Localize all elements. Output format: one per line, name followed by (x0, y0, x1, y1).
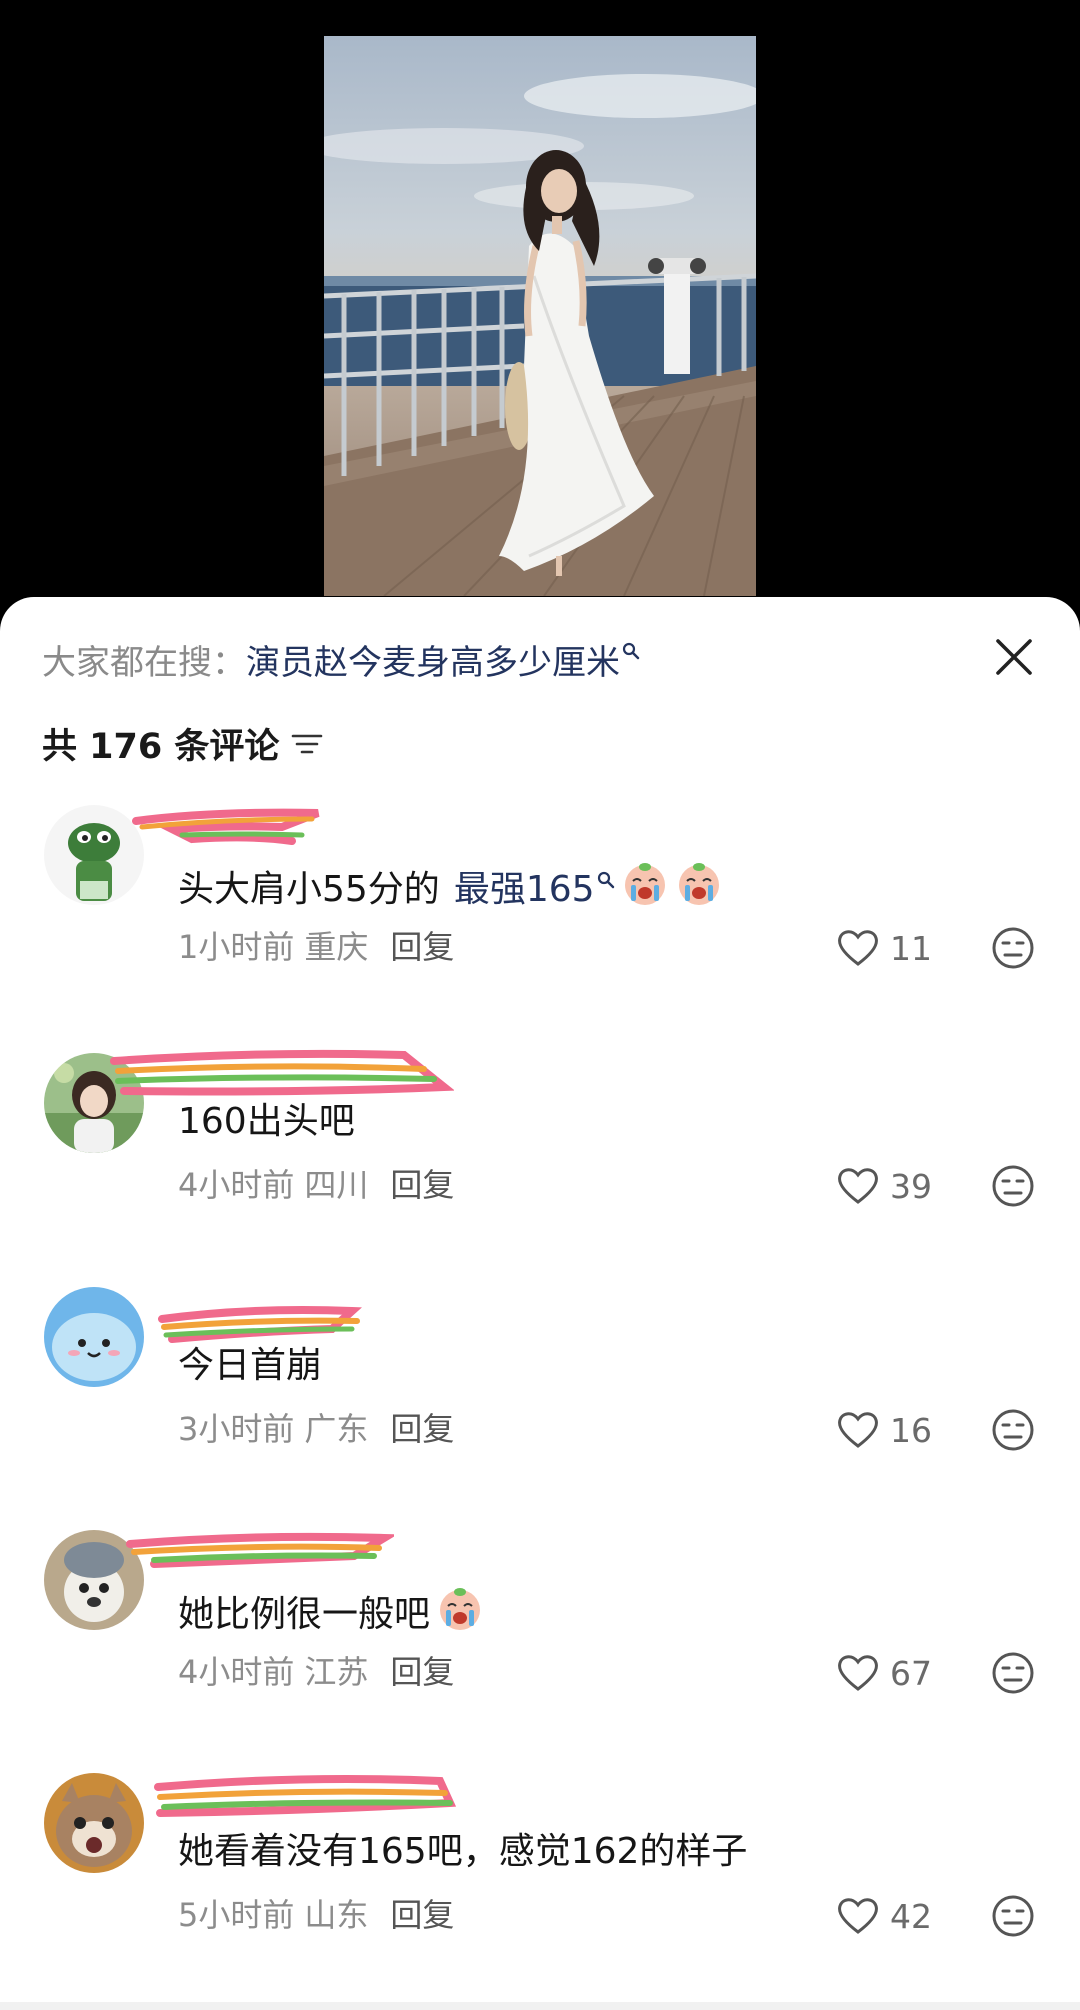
avatar[interactable] (44, 1287, 144, 1387)
comment-item: 头大肩小55分的 最强165 1小时前 重庆 回复 11 (0, 805, 1080, 1035)
reply-button[interactable]: 回复 (390, 1166, 454, 1204)
like-count: 11 (890, 928, 932, 968)
meh-face-icon (992, 1409, 1034, 1451)
like-button[interactable]: 16 (836, 1407, 932, 1453)
comment-item: 今日首崩 3小时前 广东 回复 16 (0, 1287, 1080, 1517)
search-small-icon (622, 627, 640, 671)
search-suggestion[interactable]: 大家都在搜：演员赵今麦身高多少厘米 (42, 641, 640, 685)
username-redacted (126, 1532, 394, 1568)
like-count: 42 (890, 1896, 932, 1936)
comment-time: 4小时前 (178, 1653, 295, 1691)
close-button[interactable] (990, 633, 1038, 681)
heart-icon (838, 1412, 878, 1448)
comment-item: 她比例很一般吧 4小时前 江苏 回复 67 (0, 1530, 1080, 1760)
avatar[interactable] (44, 805, 144, 905)
dislike-button[interactable] (990, 1407, 1036, 1453)
comment-location: 四川 (304, 1166, 369, 1204)
search-suggestion-query[interactable]: 演员赵今麦身高多少厘米 (246, 643, 620, 683)
comment-meta: 5小时前 山东 回复 (178, 1893, 454, 1937)
like-button[interactable]: 11 (836, 925, 932, 971)
comment-count-label: 共 176 条评论 (42, 727, 280, 767)
dislike-button[interactable] (990, 1650, 1036, 1696)
comment-location: 广东 (304, 1410, 369, 1448)
dislike-button[interactable] (990, 1163, 1036, 1209)
comment-time: 4小时前 (178, 1166, 295, 1204)
heart-icon (838, 930, 878, 966)
comment-text-body: 头大肩小55分的 (178, 869, 440, 910)
username-redacted (132, 808, 320, 845)
meh-face-icon (992, 1895, 1034, 1937)
comment-item: 160出头吧 4小时前 四川 回复 39 (0, 1043, 1080, 1273)
comment-text: 她比例很一般吧 (178, 1584, 484, 1646)
comment-meta: 4小时前 江苏 回复 (178, 1650, 454, 1694)
comment-item: 她看着没有165吧，感觉162的样子 5小时前 山东 回复 42 (0, 1773, 1080, 2003)
comment-meta: 3小时前 广东 回复 (178, 1407, 454, 1451)
comment-meta: 4小时前 四川 回复 (178, 1163, 454, 1207)
search-link[interactable]: 最强165 (454, 865, 595, 915)
comment-text: 160出头吧 (178, 1097, 355, 1147)
comment-location: 江苏 (304, 1653, 369, 1691)
like-count: 67 (890, 1653, 932, 1693)
comment-meta: 1小时前 重庆 回复 (178, 925, 454, 969)
comment-text-body: 她看着没有165吧，感觉162的样子 (178, 1831, 748, 1872)
like-button[interactable]: 39 (836, 1163, 932, 1209)
crying-emoji-icon (621, 859, 669, 921)
dislike-button[interactable] (990, 1893, 1036, 1939)
comment-text: 头大肩小55分的 最强165 (178, 859, 723, 921)
close-icon (996, 639, 1032, 675)
heart-icon (838, 1898, 878, 1934)
reply-button[interactable]: 回复 (390, 1653, 454, 1691)
comment-location: 山东 (304, 1896, 369, 1934)
meh-face-icon (992, 1165, 1034, 1207)
reply-button[interactable]: 回复 (390, 928, 454, 966)
like-button[interactable]: 42 (836, 1893, 932, 1939)
heart-icon (838, 1655, 878, 1691)
crying-emoji-icon (675, 859, 723, 921)
comment-text-body: 她比例很一般吧 (178, 1594, 431, 1635)
video-thumbnail[interactable] (324, 36, 756, 596)
dislike-button[interactable] (990, 925, 1036, 971)
meh-face-icon (992, 1652, 1034, 1694)
username-redacted (158, 1306, 362, 1343)
reply-button[interactable]: 回复 (390, 1410, 454, 1448)
video-scene-image (324, 74, 756, 596)
comment-sheet: 大家都在搜：演员赵今麦身高多少厘米 共 176 条评论 头大肩小55分的 最强1… (0, 597, 1080, 2010)
comment-location: 重庆 (304, 928, 369, 966)
heart-icon (838, 1168, 878, 1204)
comment-count: 共 176 条评论 (42, 725, 323, 769)
username-redacted (154, 1775, 457, 1817)
comment-text-body: 160出头吧 (178, 1101, 355, 1142)
reply-button[interactable]: 回复 (390, 1896, 454, 1934)
sort-icon[interactable] (291, 725, 323, 769)
avatar[interactable] (44, 1773, 144, 1873)
comment-time: 3小时前 (178, 1410, 295, 1448)
comment-text: 今日首崩 (178, 1341, 322, 1391)
like-button[interactable]: 67 (836, 1650, 932, 1696)
like-count: 16 (890, 1410, 932, 1450)
crying-emoji-icon (436, 1584, 484, 1646)
search-small-icon (597, 853, 615, 903)
meh-face-icon (992, 927, 1034, 969)
search-suggestion-prefix: 大家都在搜： (42, 643, 246, 683)
comment-time: 5小时前 (178, 1896, 295, 1934)
comment-text: 她看着没有165吧，感觉162的样子 (178, 1827, 747, 1877)
comment-text-body: 今日首崩 (178, 1345, 323, 1386)
like-count: 39 (890, 1166, 932, 1206)
comment-time: 1小时前 (178, 928, 295, 966)
bottom-divider (0, 2002, 1080, 2010)
video-player[interactable] (0, 0, 1080, 620)
